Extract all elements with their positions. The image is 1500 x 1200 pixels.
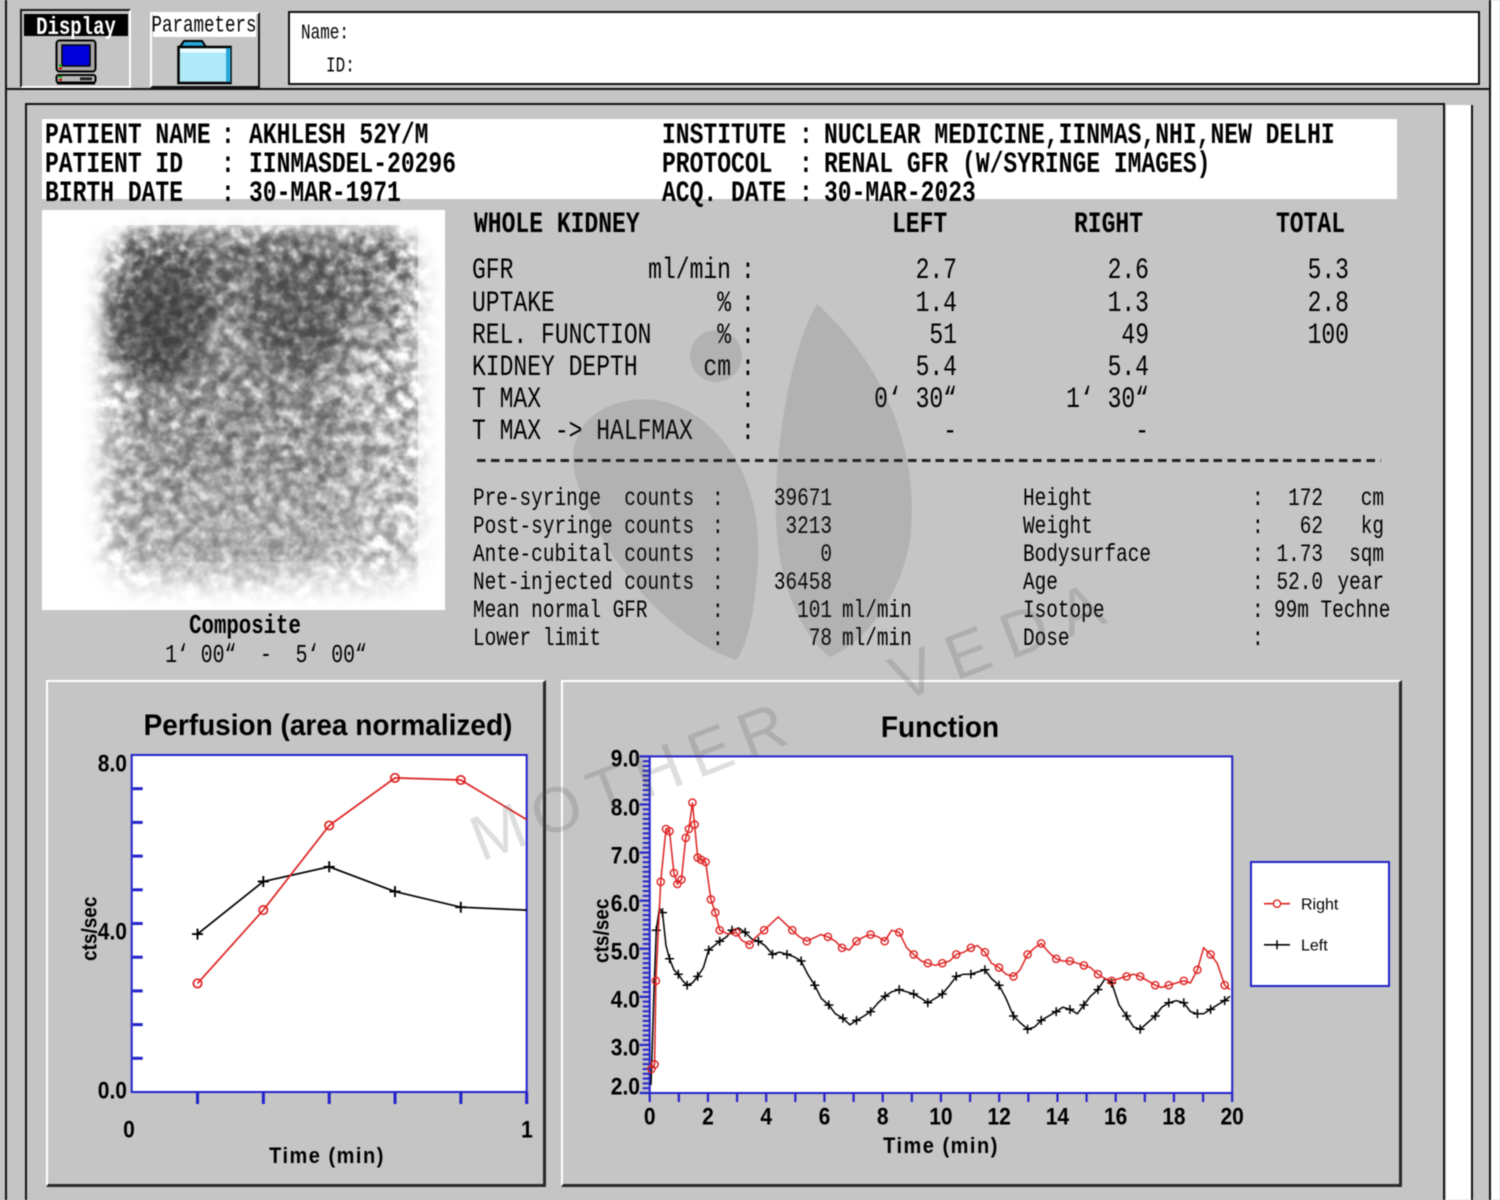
svg-text:Left: Left xyxy=(1301,938,1328,955)
svg-text:Right: Right xyxy=(1301,897,1339,914)
